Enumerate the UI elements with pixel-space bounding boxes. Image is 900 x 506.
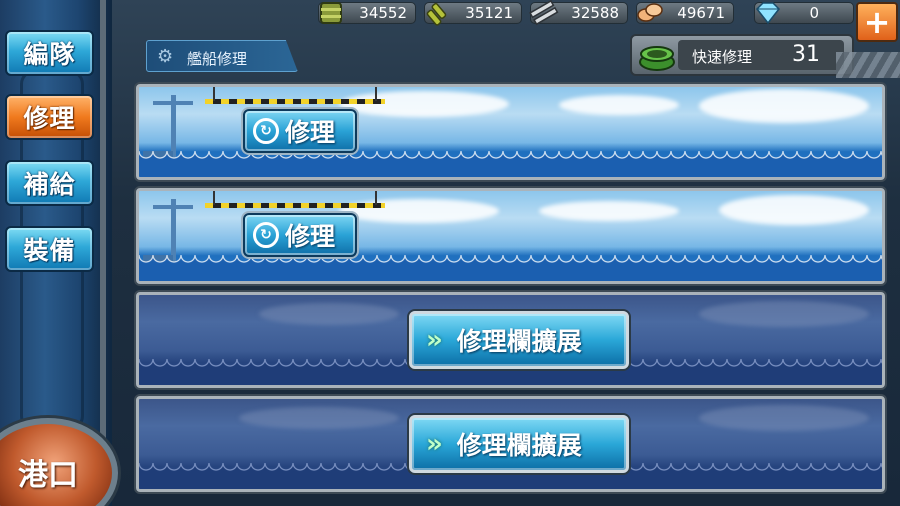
repair-button[interactable]: ↻ 修理 bbox=[243, 109, 357, 153]
repair-dock-2: ↻ 修理 bbox=[136, 188, 885, 284]
quick-repair-panel: 快速修理 31 bbox=[678, 40, 844, 70]
double-chevron-icon: » bbox=[426, 325, 443, 355]
expand-dock-button[interactable]: » 修理欄擴展 bbox=[409, 311, 629, 369]
locked-dock-4: » 修理欄擴展 bbox=[136, 396, 885, 492]
repair-icon: ↻ bbox=[253, 222, 279, 248]
expand-dock-label: 修理欄擴展 bbox=[456, 431, 582, 460]
repair-dock-1: ↻ 修理 bbox=[136, 84, 885, 180]
double-chevron-icon: » bbox=[426, 429, 443, 459]
repair-icon: ↻ bbox=[253, 118, 279, 144]
add-resource-button[interactable]: + bbox=[856, 2, 898, 42]
tab-equipment[interactable]: 裝備 bbox=[5, 226, 94, 272]
steel-value: 32588 bbox=[571, 4, 619, 22]
quick-repair-count: 31 bbox=[792, 42, 820, 67]
ammo-resource: 35121 bbox=[421, 0, 522, 27]
page-title-banner: ⚙ 艦船修理 bbox=[146, 40, 298, 72]
quick-repair-label: 快速修理 bbox=[692, 48, 753, 66]
tab-repair[interactable]: 修理 bbox=[5, 94, 94, 140]
repair-button-label: 修理 bbox=[285, 222, 336, 251]
expand-dock-button[interactable]: » 修理欄擴展 bbox=[409, 415, 629, 473]
port-label: 港口 bbox=[18, 458, 78, 493]
fuel-drum-icon bbox=[315, 0, 349, 27]
stripe-decoration bbox=[836, 52, 900, 78]
tab-formation[interactable]: 編隊 bbox=[5, 30, 94, 76]
gear-icon: ⚙ bbox=[157, 46, 174, 67]
ammo-value: 35121 bbox=[465, 4, 513, 22]
gem-value: 0 bbox=[809, 4, 819, 22]
fuel-value: 34552 bbox=[359, 4, 407, 22]
fuel-resource: 34552 bbox=[318, 2, 416, 24]
bauxite-icon bbox=[633, 0, 667, 27]
gem-resource: 0 bbox=[751, 0, 854, 27]
bucket-icon bbox=[636, 40, 678, 72]
diamond-icon bbox=[751, 0, 785, 27]
repair-button[interactable]: ↻ 修理 bbox=[243, 213, 357, 257]
steel-resource: 32588 bbox=[527, 0, 628, 27]
game-screen: 編隊 修理 補給 裝備 港口 34552 35121 32588 49671 0… bbox=[0, 0, 900, 506]
bauxite-resource: 49671 bbox=[636, 2, 734, 24]
ammo-icon bbox=[421, 0, 455, 27]
locked-dock-3: » 修理欄擴展 bbox=[136, 292, 885, 388]
page-title: 艦船修理 bbox=[187, 50, 248, 68]
tab-supply[interactable]: 補給 bbox=[5, 160, 94, 206]
expand-dock-label: 修理欄擴展 bbox=[456, 327, 582, 356]
repair-button-label: 修理 bbox=[285, 118, 336, 147]
steel-icon bbox=[527, 0, 561, 27]
bauxite-value: 49671 bbox=[677, 4, 725, 22]
quick-repair-counter: 快速修理 31 bbox=[630, 34, 854, 76]
